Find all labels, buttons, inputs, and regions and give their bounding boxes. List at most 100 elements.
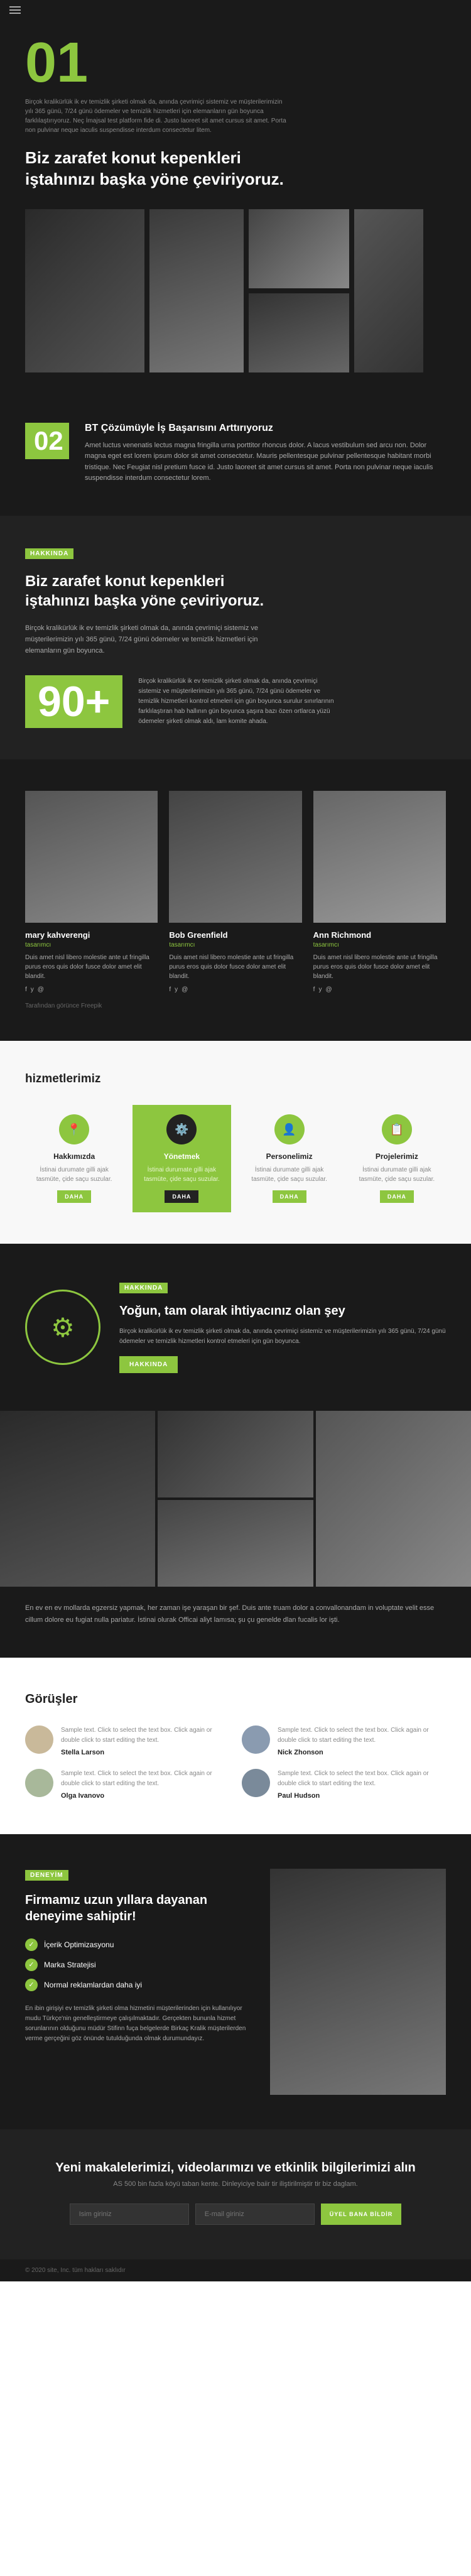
team-name-2: Bob Greenfield [169, 930, 301, 940]
team-role-3: tasarımcı [313, 942, 446, 948]
team-text-2: Duis amet nisl libero molestie ante ut f… [169, 953, 301, 981]
team-photo-3 [313, 791, 446, 923]
big-number-container: 90+ Birçok kralikürlük ik ev temizlik şi… [25, 675, 446, 728]
newsletter-subtitle: AS 500 bin fazla köyü taban kente. Dinle… [25, 2180, 446, 2188]
service-btn-1[interactable]: DAHA [57, 1190, 91, 1203]
dark-small-text: Birçok kralikürlük ik ev temizlik şirket… [25, 623, 264, 656]
service-icon-2: ⚙️ [166, 1114, 197, 1144]
photo-text-content: En ev en ev mollarda egzersiz yapmak, he… [25, 1602, 446, 1626]
social-ig-1[interactable]: @ [38, 986, 44, 993]
social-ig-3[interactable]: @ [325, 986, 332, 993]
big-number-value: 90+ [25, 675, 122, 728]
team-member-1: mary kahverengi tasarımcı Duis amet nisl… [25, 791, 158, 993]
team-name-1: mary kahverengi [25, 930, 158, 940]
team-text-3: Duis amet nisl libero molestie ante ut f… [313, 953, 446, 981]
service-text-3: İstinai durumate gilli ajak tasmüte, çid… [246, 1165, 333, 1184]
social-fb-1[interactable]: f [25, 986, 27, 993]
service-text-1: İstinai durumate gilli ajak tasmüte, çid… [30, 1165, 118, 1184]
hero-small-text: Birçok kralikürlük ik ev temizlik şirket… [25, 97, 289, 135]
social-ig-2[interactable]: @ [181, 986, 188, 993]
review-text-2: Sample text. Click to select the text bo… [278, 1725, 446, 1746]
review-item-3: Sample text. Click to select the text bo… [25, 1769, 229, 1800]
review-item-4: Sample text. Click to select the text bo… [242, 1769, 446, 1800]
newsletter-form: ÜYEL BANA BİLDİR [25, 2204, 446, 2225]
team-social-1[interactable]: f y @ [25, 986, 158, 993]
team-grid: mary kahverengi tasarımcı Duis amet nisl… [25, 791, 446, 993]
service-icon-3: 👤 [274, 1114, 305, 1144]
feature-title: Yoğun, tam olarak ihtiyacınız olan şey [119, 1303, 446, 1319]
service-item-2: ⚙️ Yönetmek İstinai durumate gilli ajak … [133, 1105, 230, 1212]
check-icon-3: ✓ [25, 1979, 38, 1991]
photo-text-section: En ev en ev mollarda egzersiz yapmak, he… [0, 1587, 471, 1657]
service-item-1: 📍 Hakkımızda İstinai durumate gilli ajak… [25, 1105, 123, 1212]
hero-number: 01 [25, 35, 446, 91]
social-tw-1[interactable]: y [31, 986, 34, 993]
team-footer: Tarafından görünce Freepik [25, 1003, 446, 1009]
big-number-description: Birçok kralikürlük ik ev temizlik şirket… [138, 677, 339, 727]
newsletter-email-input[interactable] [195, 2204, 315, 2225]
service-item-4: 📋 Projelerimiz İstinai durumate gilli aj… [348, 1105, 446, 1212]
team-social-2[interactable]: f y @ [169, 986, 301, 993]
hero-image-1 [25, 209, 144, 372]
services-section: hizmetlerimiz 📍 Hakkımızda İstinai durum… [0, 1041, 471, 1244]
hero-title: Biz zarafet konut kepenkleri iştahınızı … [25, 148, 314, 190]
review-avatar-3 [25, 1769, 53, 1797]
feature-btn[interactable]: HAKKINDA [119, 1356, 178, 1373]
review-item-2: Sample text. Click to select the text bo… [242, 1725, 446, 1756]
service-title-4: Projelerimiz [353, 1152, 441, 1161]
hero-image-4 [249, 293, 349, 372]
review-text-3: Sample text. Click to select the text bo… [61, 1769, 229, 1789]
team-social-3[interactable]: f y @ [313, 986, 446, 993]
review-avatar-1 [25, 1725, 53, 1754]
newsletter-name-input[interactable] [70, 2204, 189, 2225]
check-icon-1: ✓ [25, 1938, 38, 1951]
review-name-3: Olga Ivanovo [61, 1792, 229, 1800]
feature-icon-wrap: ⚙ [25, 1290, 100, 1365]
hero-section: 01 Birçok kralikürlük ik ev temizlik şir… [0, 22, 471, 398]
hero-images [25, 209, 446, 372]
services-grid: 📍 Hakkımızda İstinai durumate gilli ajak… [25, 1105, 446, 1212]
experience-left: DENEYİM Firmamız uzun yıllara dayanan de… [25, 1869, 251, 2044]
check-icon-2: ✓ [25, 1959, 38, 1971]
team-role-1: tasarımcı [25, 942, 158, 948]
review-name-4: Paul Hudson [278, 1792, 446, 1800]
building-photo-1 [0, 1411, 155, 1587]
feature-text: Birçok kralikürlük ik ev temizlik şirket… [119, 1327, 446, 1347]
feature-content: HAKKINDA Yoğun, tam olarak ihtiyacınız o… [119, 1281, 446, 1373]
social-tw-3[interactable]: y [318, 986, 322, 993]
dark-title: Biz zarafet konut kepenkleri iştahınızı … [25, 572, 289, 611]
team-photo-1 [25, 791, 158, 923]
social-fb-3[interactable]: f [313, 986, 315, 993]
experience-item-text-3: Normal reklamlardan daha iyi [44, 1981, 142, 1989]
building-photo-3 [158, 1500, 313, 1587]
service-item-3: 👤 Personelimiz İstinai durumate gilli aj… [241, 1105, 338, 1212]
service-icon-1: 📍 [59, 1114, 89, 1144]
dark-tag: HAKKINDA [25, 548, 73, 559]
hamburger-menu[interactable] [9, 6, 21, 14]
service-icon-4: 📋 [382, 1114, 412, 1144]
team-member-3: Ann Richmond tasarımcı Duis amet nisl li… [313, 791, 446, 993]
review-text-4: Sample text. Click to select the text bo… [278, 1769, 446, 1789]
team-section: mary kahverengi tasarımcı Duis amet nisl… [0, 759, 471, 1041]
newsletter-submit-button[interactable]: ÜYEL BANA BİLDİR [321, 2204, 402, 2225]
review-item-1: Sample text. Click to select the text bo… [25, 1725, 229, 1756]
experience-item-text-2: Marka Stratejisi [44, 1960, 96, 1969]
team-role-2: tasarımcı [169, 942, 301, 948]
service-btn-4[interactable]: DAHA [380, 1190, 414, 1203]
team-name-3: Ann Richmond [313, 930, 446, 940]
service-btn-3[interactable]: DAHA [273, 1190, 306, 1203]
service-btn-2[interactable]: DAHA [165, 1190, 198, 1203]
service-text-4: İstinai durumate gilli ajak tasmüte, çid… [353, 1165, 441, 1184]
hero-image-5 [354, 209, 423, 372]
social-tw-2[interactable]: y [175, 986, 178, 993]
building-photo-4 [316, 1411, 471, 1587]
service-text-2: İstinai durumate gilli ajak tasmüte, çid… [138, 1165, 225, 1184]
about-content: BT Çözümüyle İş Başarısını Arttırıyoruz … [85, 423, 446, 484]
review-name-2: Nick Zhonson [278, 1749, 446, 1756]
experience-list-item-1: ✓ İçerik Optimizasyonu [25, 1938, 251, 1951]
building-photo-2 [158, 1411, 313, 1497]
social-fb-2[interactable]: f [169, 986, 171, 993]
about-section: 02 BT Çözümüyle İş Başarısını Arttırıyor… [0, 398, 471, 516]
experience-list: ✓ İçerik Optimizasyonu ✓ Marka Stratejis… [25, 1938, 251, 1991]
gear-icon: ⚙ [51, 1312, 75, 1343]
